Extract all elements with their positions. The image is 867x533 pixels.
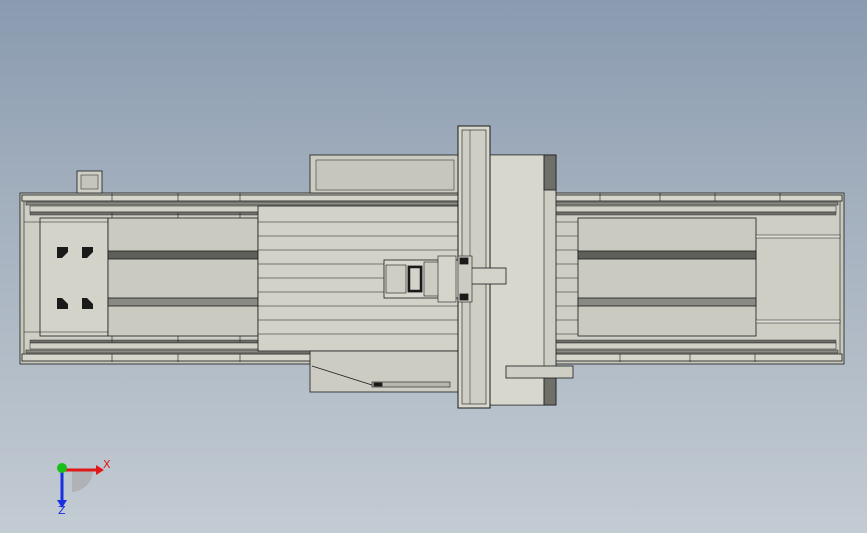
right-table-slot-1 — [577, 250, 757, 260]
top-rail-outer — [21, 194, 843, 202]
x-axis-label: X — [103, 458, 111, 471]
triad-shadow-arc — [72, 470, 94, 492]
right-rail-bottom — [755, 319, 841, 324]
coordinate-triad — [57, 463, 104, 508]
carriage-dark-right — [543, 154, 557, 191]
top-rail-strip — [25, 201, 839, 206]
y-axis-point — [57, 463, 67, 473]
right-work-table — [577, 217, 757, 337]
left-table-slot-1 — [107, 250, 259, 260]
left-work-table — [107, 217, 259, 337]
left-end-plate — [39, 217, 109, 337]
right-rail-top — [755, 234, 841, 239]
cad-graphics-viewport[interactable]: X Z — [0, 0, 867, 533]
carriage-lower-foot — [505, 365, 574, 379]
gantry-machine-model[interactable] — [19, 125, 845, 409]
left-table-slot-2 — [107, 297, 259, 307]
z-axis-label: Z — [58, 504, 66, 517]
right-table-slot-2 — [577, 297, 757, 307]
